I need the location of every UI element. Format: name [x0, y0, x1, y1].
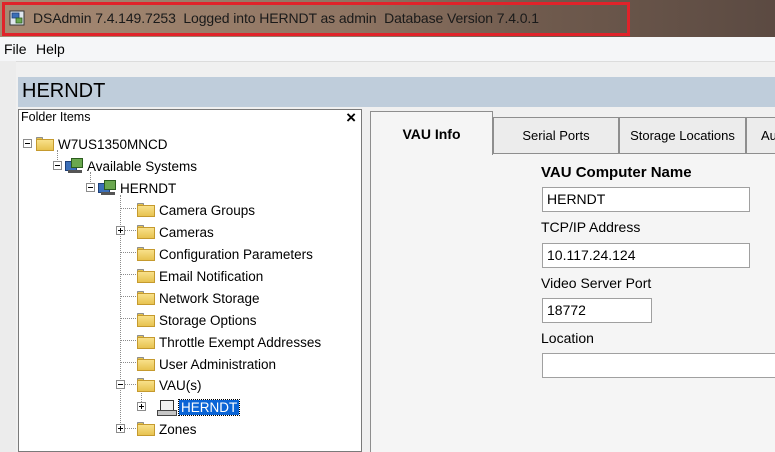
folder-tree: W7US1350MNCD Available Systems HERNDT Ca…	[19, 110, 361, 451]
folder-icon	[137, 225, 155, 239]
systems-icon	[65, 158, 83, 174]
vau-details-panel: VAU Info Serial Ports Storage Locations …	[370, 109, 775, 452]
tab-au[interactable]: Au	[746, 117, 775, 153]
folder-icon	[137, 335, 155, 349]
folder-items-panel: Folder Items × W7US1350MNCD Available Sy…	[18, 108, 362, 452]
expand-cameras-icon[interactable]	[116, 226, 125, 235]
folder-icon	[36, 137, 54, 151]
tree-item-throttle-exempt-addresses[interactable]: Throttle Exempt Addresses	[137, 332, 321, 352]
vau-info-content: VAU Computer Name HERNDT TCP/IP Address …	[370, 154, 775, 452]
collapse-vaus-icon[interactable]	[116, 380, 125, 389]
tree-item-cameras[interactable]: Cameras	[137, 222, 214, 242]
collapse-available-systems-icon[interactable]	[53, 161, 62, 170]
tree-item-zones[interactable]: Zones	[137, 419, 197, 439]
tree-item-available-systems[interactable]: Available Systems	[65, 156, 197, 176]
ip-address-field[interactable]: 10.117.24.124	[542, 243, 750, 268]
tree-item-email-notification[interactable]: Email Notification	[137, 266, 263, 286]
folder-icon	[137, 313, 155, 327]
folder-icon	[137, 291, 155, 305]
folder-icon	[137, 357, 155, 371]
folder-icon	[137, 203, 155, 217]
page-title: HERNDT	[22, 80, 106, 102]
expand-vau-herndt-icon[interactable]	[137, 402, 146, 411]
menu-bar: File Help	[0, 37, 775, 62]
ip-address-label: TCP/IP Address	[541, 219, 641, 235]
location-label: Location	[541, 330, 594, 346]
tab-serial-ports[interactable]: Serial Ports	[493, 117, 619, 153]
computer-name-label: VAU Computer Name	[541, 164, 692, 181]
systems-icon	[98, 180, 116, 196]
collapse-system-icon[interactable]	[86, 183, 95, 192]
tree-item-vaus[interactable]: VAU(s)	[137, 375, 202, 395]
video-server-port-field[interactable]: 18772	[542, 298, 652, 323]
tree-item-system-herndt[interactable]: HERNDT	[98, 178, 176, 198]
folder-icon	[137, 247, 155, 261]
tree-item-user-administration[interactable]: User Administration	[137, 354, 276, 374]
page-header: HERNDT	[18, 77, 775, 107]
menu-help[interactable]: Help	[36, 41, 65, 57]
folder-icon	[137, 378, 155, 392]
tab-storage-locations[interactable]: Storage Locations	[619, 117, 746, 153]
expand-zones-icon[interactable]	[116, 424, 125, 433]
video-server-port-label: Video Server Port	[541, 275, 652, 291]
folder-icon	[137, 422, 155, 436]
tab-vau-info[interactable]: VAU Info	[370, 111, 493, 155]
tree-item-vau-herndt[interactable]: HERNDT	[157, 397, 241, 417]
window-title: DSAdmin 7.4.149.7253 Logged into HERNDT …	[33, 10, 539, 26]
title-bar: DSAdmin 7.4.149.7253 Logged into HERNDT …	[0, 0, 775, 37]
computer-name-field[interactable]: HERNDT	[542, 187, 750, 212]
app-icon	[9, 10, 25, 26]
tree-item-camera-groups[interactable]: Camera Groups	[137, 200, 255, 220]
folder-icon	[137, 269, 155, 283]
collapse-root-icon[interactable]	[23, 139, 32, 148]
tree-item-configuration-parameters[interactable]: Configuration Parameters	[137, 244, 313, 264]
tree-item-network-storage[interactable]: Network Storage	[137, 288, 260, 308]
computer-icon	[157, 399, 177, 416]
tab-strip: VAU Info Serial Ports Storage Locations …	[370, 109, 775, 155]
left-margin	[0, 61, 16, 452]
tree-item-storage-options[interactable]: Storage Options	[137, 310, 257, 330]
tree-item-root[interactable]: W7US1350MNCD	[36, 134, 168, 154]
menu-file[interactable]: File	[4, 41, 27, 57]
location-field[interactable]	[542, 353, 775, 378]
